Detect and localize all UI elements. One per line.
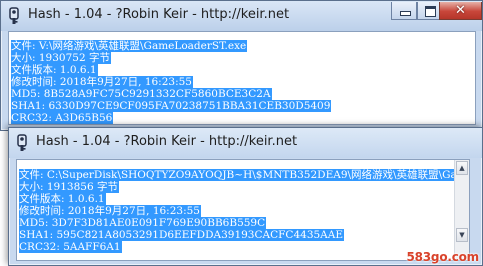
minimize-icon [400,11,411,16]
minimize-button[interactable] [391,2,417,20]
file-version-line: 文件版本: 1.0.6.1 [19,193,106,205]
file-version-line: 文件版本: 1.0.6.1 [11,64,98,76]
sha1-line: SHA1: 6330D97CE9CF095FA70238751BBA31CEB3… [11,100,332,112]
title-bar[interactable]: Hash - 1.04 - ?Robin Keir - http://keir.… [9,128,482,158]
close-button[interactable]: ✕ [439,2,482,20]
hash-output-textarea[interactable]: 文件: C:\SuperDisk\SHOQTYZO9AYOQJB~H\$MNTB… [16,159,470,261]
modified-time-line: 修改时间: 2018年9月27日, 16:23:55 [11,76,193,88]
modified-time-line: 修改时间: 2018年9月27日, 16:23:55 [19,205,201,217]
md5-line: MD5: 8B528A9FC75C9291332CF5860BCE3C2A [11,88,272,100]
crc32-line: CRC32: A3D65B56 [11,112,114,124]
window-title: Hash - 1.04 - ?Robin Keir - http://keir.… [36,134,298,149]
file-size-line: 大小: 1913856 字节 [19,181,119,193]
md5-line: MD5: 3D7F3D81AE0E091F769E90BB6B559C [19,217,267,229]
vertical-scrollbar[interactable]: ▲ ▼ [454,160,469,260]
hash-window-back[interactable]: Hash - 1.04 - ?Robin Keir - http://keir.… [0,0,483,131]
key-icon [17,134,27,151]
sha1-line: SHA1: 595C821A8053291D6EEFDDA39193CACFC4… [19,229,345,241]
crc32-line: CRC32: 5AAFF6A1 [19,241,122,253]
scroll-down-icon[interactable]: ▼ [456,228,468,242]
hash-window-front[interactable]: Hash - 1.04 - ?Robin Keir - http://keir.… [8,127,483,266]
title-bar[interactable]: Hash - 1.04 - ?Robin Keir - http://keir.… [1,1,482,31]
scroll-up-icon[interactable]: ▲ [456,161,468,175]
file-path-line: 文件: C:\SuperDisk\SHOQTYZO9AYOQJB~H\$MNTB… [19,169,469,181]
window-title: Hash - 1.04 - ?Robin Keir - http://keir.… [28,7,290,22]
site-watermark: 583go.com [406,250,479,264]
file-size-line: 大小: 1930752 字节 [11,52,111,64]
close-icon: ✕ [455,3,466,18]
maximize-icon [425,6,436,17]
hash-output-textarea[interactable]: 文件: V:\网络游戏\英雄联盟\GameLoaderST.exe 大小: 19… [8,31,476,125]
key-icon [9,7,19,24]
file-path-line: 文件: V:\网络游戏\英雄联盟\GameLoaderST.exe [11,40,248,52]
